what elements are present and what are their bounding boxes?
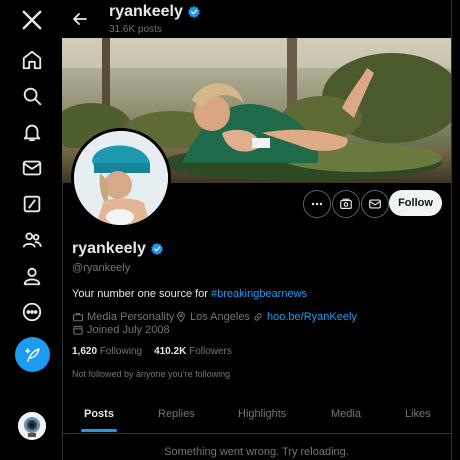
- more-options-button[interactable]: [303, 190, 331, 218]
- profile-column: ryankeely 31.6K posts Follow ryankeely @…: [62, 0, 451, 460]
- sidebar-nav: [0, 0, 62, 460]
- profile-handle: @ryankeely: [72, 262, 131, 274]
- bio-hashtag-link[interactable]: #breakingbearnews: [211, 288, 307, 300]
- tab-posts[interactable]: Posts: [84, 395, 114, 433]
- following-link[interactable]: 1,620 Following: [72, 346, 142, 357]
- display-name-text: ryankeely: [72, 240, 146, 257]
- bell-icon[interactable]: [20, 120, 44, 144]
- grok-icon[interactable]: [20, 192, 44, 216]
- header-name-text: ryankeely: [109, 3, 183, 20]
- posts-count: 31.6K posts: [109, 24, 162, 35]
- home-icon[interactable]: [20, 48, 44, 72]
- tab-likes[interactable]: Likes: [405, 395, 431, 433]
- more-dots-icon: [311, 202, 323, 206]
- mail-icon: [369, 199, 381, 209]
- not-followed-notice: Not followed by anyone you’re following: [72, 369, 231, 379]
- profile-tabs: Posts Replies Highlights Media Likes: [62, 395, 451, 434]
- column-divider: [451, 0, 452, 460]
- joined-text: Joined July 2008: [87, 324, 170, 336]
- header-name: ryankeely: [109, 3, 201, 21]
- location-pin-icon: [177, 311, 185, 323]
- follow-button[interactable]: Follow: [389, 190, 442, 216]
- active-tab-indicator: [81, 429, 117, 432]
- category-text: Media Personality: [87, 311, 175, 323]
- followers-link[interactable]: 410.2K Followers: [154, 346, 232, 357]
- more-circle-icon[interactable]: [20, 300, 44, 324]
- profile-header-bar: ryankeely 31.6K posts: [62, 0, 451, 38]
- subscribe-button[interactable]: [332, 190, 360, 218]
- following-label: Following: [99, 346, 143, 357]
- following-count: 1,620: [72, 346, 98, 357]
- profile-avatar[interactable]: [71, 128, 171, 228]
- verified-badge-icon: [188, 5, 200, 19]
- mail-icon[interactable]: [20, 156, 44, 180]
- website-link[interactable]: hoo.be/RyanKeely: [267, 311, 357, 323]
- back-arrow-icon[interactable]: [70, 9, 90, 29]
- money-icon: [340, 198, 352, 209]
- tab-media[interactable]: Media: [331, 395, 361, 433]
- followers-label: Followers: [189, 346, 232, 357]
- briefcase-icon: [73, 313, 83, 322]
- tab-replies[interactable]: Replies: [158, 395, 195, 433]
- tab-highlights[interactable]: Highlights: [238, 395, 286, 433]
- feather-plus-icon: [24, 347, 40, 362]
- followers-count: 410.2K: [154, 346, 187, 357]
- profile-bio: Your number one source for #breakingbear…: [72, 288, 307, 300]
- link-icon: [254, 313, 262, 321]
- verified-badge-icon: [151, 242, 163, 256]
- profile-category: Media Personality: [72, 311, 174, 323]
- profile-website: hoo.be/RyanKeely: [252, 311, 357, 323]
- message-button[interactable]: [361, 190, 389, 218]
- location-text: Los Angeles: [190, 311, 250, 323]
- profile-display-name: ryankeely: [72, 240, 164, 258]
- follow-stats: 1,620 Following 410.2K Followers: [72, 346, 232, 357]
- profile-joined: Joined July 2008: [72, 324, 170, 336]
- account-avatar[interactable]: [18, 412, 46, 440]
- error-message: Something went wrong. Try reloading.: [164, 446, 349, 458]
- people-icon[interactable]: [20, 228, 44, 252]
- search-icon[interactable]: [20, 84, 44, 108]
- bio-text: Your number one source for: [72, 288, 212, 300]
- person-icon[interactable]: [20, 264, 44, 288]
- compose-post-button[interactable]: [15, 337, 50, 372]
- calendar-icon: [73, 325, 83, 335]
- x-logo-icon[interactable]: [20, 8, 44, 32]
- profile-location: Los Angeles: [175, 311, 250, 323]
